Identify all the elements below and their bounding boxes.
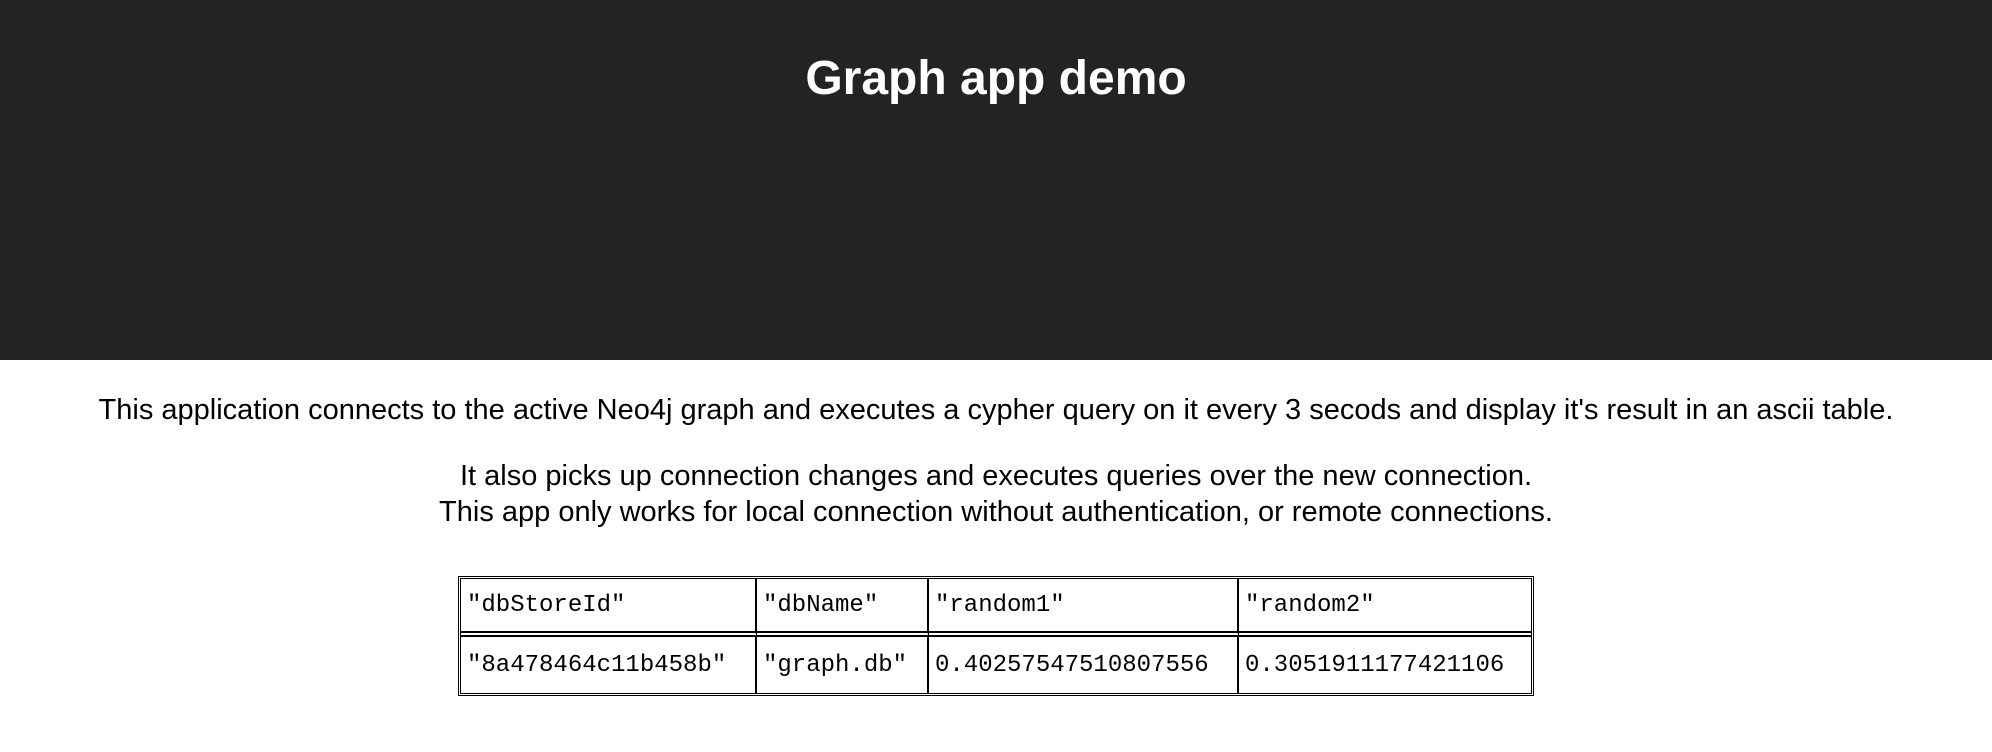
table-header-row: "dbStoreId" "dbName" "random1" "random2" xyxy=(461,579,1531,637)
column-header-random2: "random2" xyxy=(1239,579,1531,637)
result-table-wrapper: "dbStoreId" "dbName" "random1" "random2"… xyxy=(0,576,1992,696)
app-header: Graph app demo xyxy=(0,0,1992,360)
connection-notes: It also picks up connection changes and … xyxy=(0,430,1992,530)
table-row: "8a478464c11b458b" "graph.db" 0.40257547… xyxy=(461,637,1531,693)
connection-note-2: This app only works for local connection… xyxy=(439,496,1553,528)
column-header-random1: "random1" xyxy=(929,579,1239,637)
column-header-dbname: "dbName" xyxy=(757,579,929,637)
column-header-dbstoreid: "dbStoreId" xyxy=(461,579,757,637)
cell-dbname: "graph.db" xyxy=(757,637,929,693)
cell-random2: 0.3051911177421106 xyxy=(1245,651,1505,679)
page-title: Graph app demo xyxy=(805,52,1187,105)
intro-text: This application connects to the active … xyxy=(98,394,1894,426)
cell-random1: 0.40257547510807556 xyxy=(929,637,1239,693)
cell-dbstoreid: "8a478464c11b458b" xyxy=(461,637,757,693)
main-content: This application connects to the active … xyxy=(0,360,1992,696)
result-table: "dbStoreId" "dbName" "random1" "random2"… xyxy=(458,576,1534,696)
connection-note-1: It also picks up connection changes and … xyxy=(459,460,1533,492)
